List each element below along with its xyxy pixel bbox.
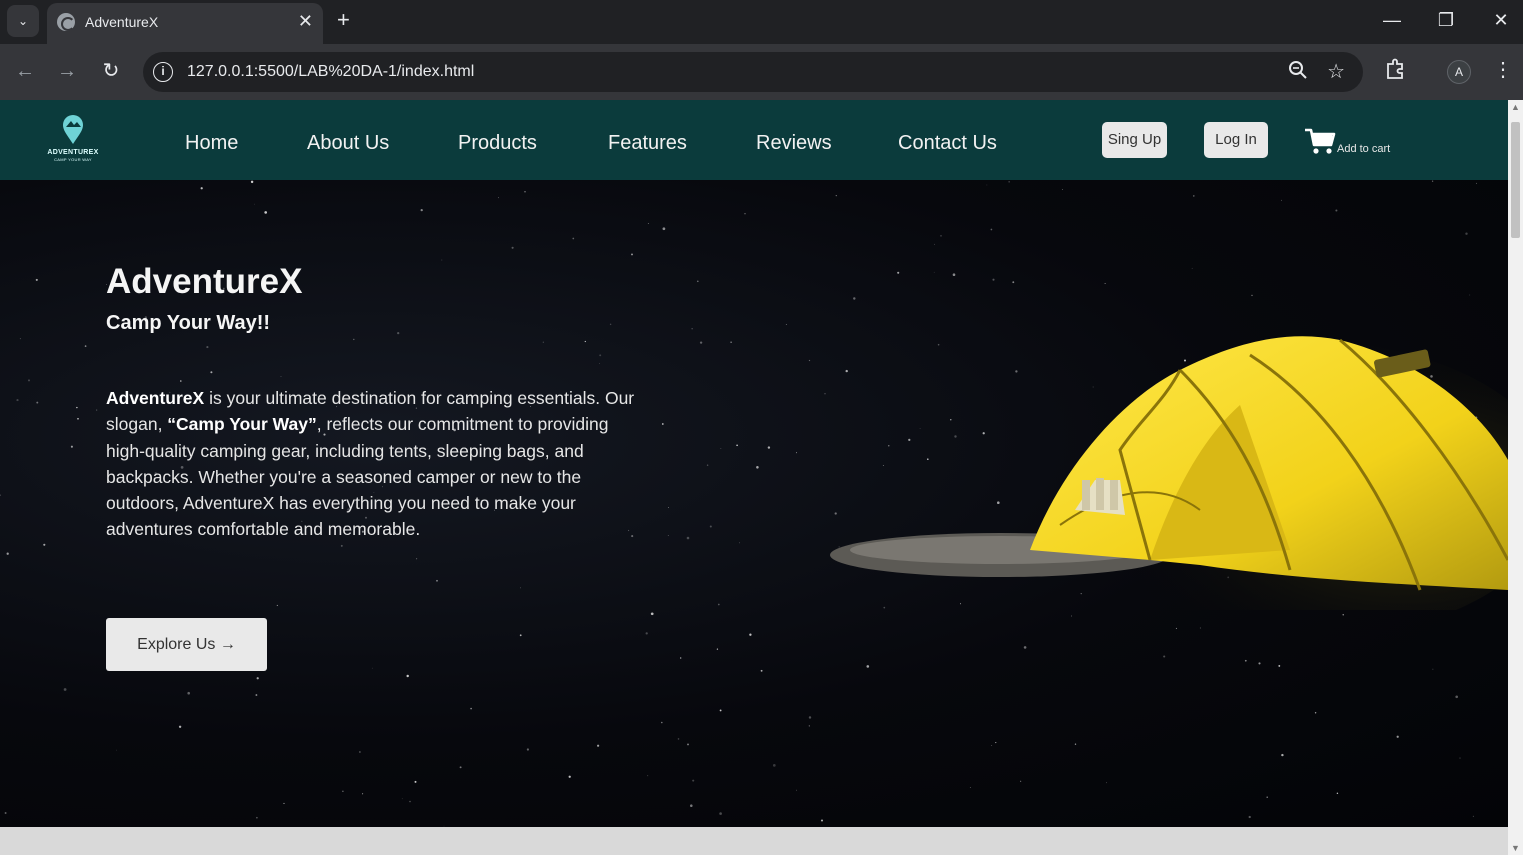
close-tab-icon[interactable]: ✕ — [298, 11, 313, 31]
shopping-cart-icon[interactable] — [1304, 126, 1336, 158]
browser-tab-bar: ⌄ AdventureX ✕ + — ❐ ✕ — [0, 0, 1523, 44]
browser-tab[interactable]: AdventureX ✕ — [47, 3, 323, 44]
restore-icon[interactable]: ❐ — [1431, 8, 1461, 32]
globe-icon — [57, 13, 75, 31]
kebab-menu-icon[interactable]: ⋮ — [1493, 57, 1513, 82]
add-to-cart-link[interactable]: Add to cart — [1337, 143, 1390, 155]
hero-description: AdventureX is your ultimate destination … — [106, 388, 635, 540]
back-arrow-icon[interactable]: ← — [12, 59, 38, 83]
hero-section: AdventureX Camp Your Way!! AdventureX is… — [0, 180, 1508, 827]
slogan-text: “Camp Your Way” — [167, 414, 317, 435]
nav-link-about-us[interactable]: About Us — [307, 132, 389, 155]
login-button[interactable]: Log In — [1204, 122, 1268, 158]
zoom-icon[interactable] — [1288, 60, 1308, 85]
hero-title: AdventureX — [106, 262, 303, 301]
map-pin-logo-icon — [63, 115, 83, 144]
scroll-up-arrow-icon[interactable]: ▲ — [1511, 102, 1520, 112]
logo-text: ADVENTUREX CAMP YOUR WAY — [47, 149, 99, 162]
site-info-icon[interactable]: i — [153, 62, 173, 82]
browser-toolbar: ← → ↻ i 127.0.0.1:5500/LAB%20DA-1/index.… — [0, 44, 1523, 100]
close-window-icon[interactable]: ✕ — [1486, 8, 1516, 32]
bookmark-star-icon[interactable]: ☆ — [1327, 59, 1345, 84]
site-logo[interactable]: ADVENTUREX CAMP YOUR WAY — [42, 114, 104, 164]
page-viewport: ADVENTUREX CAMP YOUR WAY Home About Us P… — [0, 100, 1508, 827]
nav-link-features[interactable]: Features — [608, 132, 687, 155]
nav-link-contact-us[interactable]: Contact Us — [898, 132, 997, 155]
address-bar[interactable]: i 127.0.0.1:5500/LAB%20DA-1/index.html ☆ — [143, 52, 1363, 92]
profile-avatar[interactable]: A — [1447, 60, 1471, 84]
site-navbar: ADVENTUREX CAMP YOUR WAY Home About Us P… — [0, 100, 1508, 180]
nav-link-products[interactable]: Products — [458, 132, 537, 155]
tab-title: AdventureX — [85, 14, 159, 30]
hero-subtitle: Camp Your Way!! — [106, 312, 271, 334]
glowing-tent-image — [830, 336, 1508, 610]
scroll-thumb[interactable] — [1511, 122, 1520, 238]
next-section-edge — [0, 827, 1508, 855]
nav-link-home[interactable]: Home — [185, 132, 238, 155]
page-scrollbar[interactable]: ▲ ▼ — [1508, 100, 1523, 855]
reload-icon[interactable]: ↻ — [98, 59, 124, 83]
explore-us-button[interactable]: Explore Us → — [106, 618, 267, 671]
url-text[interactable]: 127.0.0.1:5500/LAB%20DA-1/index.html — [187, 63, 474, 81]
nav-link-reviews[interactable]: Reviews — [756, 132, 832, 155]
brand-name: AdventureX — [106, 388, 205, 408]
tab-search-chevron-icon[interactable]: ⌄ — [7, 5, 39, 37]
forward-arrow-icon[interactable]: → — [54, 59, 80, 83]
signup-button[interactable]: Sing Up — [1102, 122, 1167, 158]
new-tab-icon[interactable]: + — [337, 8, 350, 32]
scroll-down-arrow-icon[interactable]: ▼ — [1511, 843, 1520, 853]
extensions-puzzle-icon[interactable] — [1384, 58, 1406, 85]
minimize-icon[interactable]: — — [1377, 8, 1407, 32]
